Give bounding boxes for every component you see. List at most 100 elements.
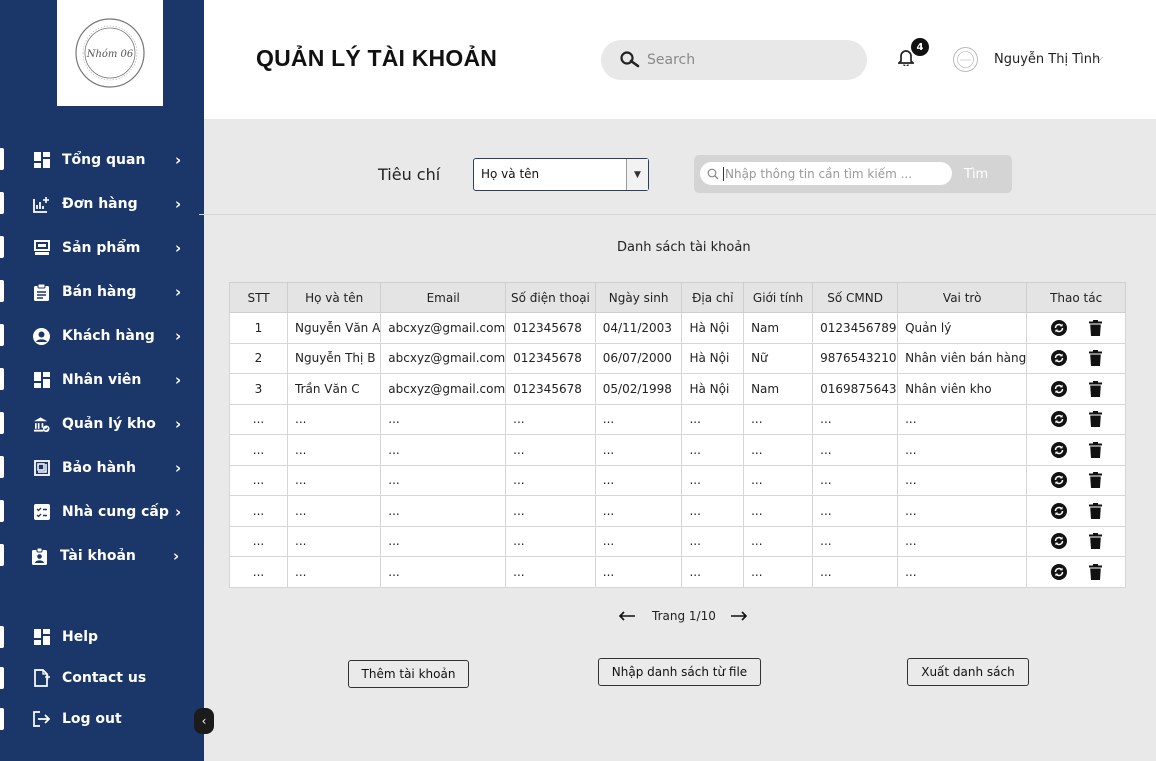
table-cell: ... (743, 525, 814, 557)
refresh-icon[interactable] (1050, 563, 1067, 580)
table-cell: 012345678 (505, 342, 596, 374)
account-search-box: Nhập thông tin cần tìm kiếm ... Tìm (694, 155, 1012, 193)
refresh-icon[interactable] (1050, 411, 1067, 428)
sidebar-item-don-hang[interactable]: Đơn hàng › (0, 182, 204, 226)
arrow-right-icon[interactable] (730, 606, 748, 625)
search-icon (707, 168, 719, 180)
sidebar-item-khach-hang[interactable]: Khách hàng › (0, 314, 204, 358)
table-row[interactable]: ........................... (229, 434, 1126, 466)
trash-icon[interactable] (1088, 502, 1102, 519)
sidebar-item-label: Contact us (62, 669, 147, 686)
table-cell: ... (286, 464, 382, 496)
trash-icon[interactable] (1088, 533, 1102, 550)
global-search-input[interactable]: Search (601, 40, 867, 80)
active-marker (0, 456, 4, 478)
table-cell: ... (229, 525, 288, 557)
sidebar-item-bao-hanh[interactable]: Bảo hành › (0, 446, 204, 490)
table-row[interactable]: 2 Nguyễn Thị Babcxyz@gmail.com 012345678 06… (229, 342, 1126, 374)
dashboard-icon (33, 628, 50, 645)
table-cell: ... (897, 495, 1028, 527)
table-cell: abcxyz@gmail.com (380, 342, 507, 374)
sidebar-item-san-pham[interactable]: Sản phẩm › (0, 226, 204, 270)
table-cell: ... (286, 434, 382, 466)
row-actions (1026, 312, 1126, 344)
table-cell: ... (380, 556, 507, 588)
trash-icon[interactable] (1088, 411, 1102, 428)
page-indicator: Trang 1/10 (652, 608, 716, 623)
active-marker (0, 412, 4, 434)
avatar[interactable] (953, 47, 978, 72)
table-row[interactable]: ........................... (229, 556, 1126, 588)
table-row[interactable]: ........................... (229, 495, 1126, 527)
chevron-right-icon: › (175, 239, 182, 257)
refresh-icon[interactable] (1050, 441, 1067, 458)
sidebar-item-help[interactable]: Help (0, 616, 204, 657)
refresh-icon[interactable] (1050, 350, 1067, 367)
table-cell: ... (286, 525, 382, 557)
add-account-button[interactable]: Thêm tài khoản (348, 660, 469, 688)
table-cell: Nữ (743, 342, 814, 374)
table-cell: ... (681, 495, 745, 527)
refresh-icon[interactable] (1050, 472, 1067, 489)
search-button[interactable]: Tìm (964, 167, 988, 182)
column-header: Vai trò (897, 282, 1028, 313)
sidebar-nav: Tổng quan › Đơn hàng › Sản phẩm › Bán hà… (0, 138, 204, 578)
caret-down-icon[interactable]: ▼ (626, 159, 648, 190)
table-cell: Nam (743, 373, 814, 405)
active-marker (0, 500, 4, 522)
active-marker (0, 626, 4, 648)
active-marker (0, 368, 4, 390)
chevron-down-icon[interactable]: ⌵ (1095, 51, 1103, 65)
refresh-icon[interactable] (1050, 502, 1067, 519)
table-row[interactable]: 1 Nguyễn Văn Aabcxyz@gmail.com 012345678 04… (229, 312, 1126, 344)
active-marker (0, 667, 4, 689)
user-name[interactable]: Nguyễn Thị Tình (994, 52, 1100, 67)
search-placeholder: Search (647, 52, 696, 68)
sidebar-item-tai-khoan[interactable]: Tài khoản › (0, 534, 204, 578)
table-cell: ... (594, 495, 683, 527)
account-search-input[interactable]: Nhập thông tin cần tìm kiếm ... (700, 162, 952, 185)
svg-text:Nhóm 06: Nhóm 06 (86, 49, 134, 60)
sidebar-item-quan-ly-kho[interactable]: Quản lý kho › (0, 402, 204, 446)
sidebar: Nhóm 06 Tổng quan › Đơn hàng › Sản phẩm … (0, 0, 204, 761)
sidebar-item-contact-us[interactable]: Contact us (0, 657, 204, 698)
table-cell: ... (229, 403, 288, 435)
criteria-select[interactable]: Họ và tên ▼ (473, 158, 649, 191)
table-cell: Hà Nội (681, 342, 745, 374)
sidebar-item-nha-cung-cap[interactable]: Nhà cung cấp › (0, 490, 204, 534)
table-cell: ... (743, 495, 814, 527)
trash-icon[interactable] (1088, 380, 1102, 397)
sidebar-item-ban-hang[interactable]: Bán hàng › (0, 270, 204, 314)
trash-icon[interactable] (1088, 472, 1102, 489)
refresh-icon[interactable] (1050, 319, 1067, 336)
trash-icon[interactable] (1088, 563, 1102, 580)
trash-icon[interactable] (1088, 350, 1102, 367)
sidebar-item-tong-quan[interactable]: Tổng quan › (0, 138, 204, 182)
table-cell: ... (594, 556, 683, 588)
table-row[interactable]: ........................... (229, 403, 1126, 435)
table-cell: ... (229, 556, 288, 588)
chevron-right-icon: › (175, 283, 182, 301)
trash-icon[interactable] (1088, 319, 1102, 336)
arrow-left-icon[interactable] (618, 606, 636, 625)
table-row[interactable]: 3 Trần Văn Cabcxyz@gmail.com 012345678 05/0… (229, 373, 1126, 405)
export-list-button[interactable]: Xuất danh sách (907, 658, 1029, 686)
criteria-label: Tiêu chí (378, 165, 441, 184)
refresh-icon[interactable] (1050, 380, 1067, 397)
logo-seal-icon: Nhóm 06 (75, 18, 145, 88)
table-row[interactable]: ........................... (229, 464, 1126, 496)
table-row[interactable]: ........................... (229, 525, 1126, 557)
import-list-button[interactable]: Nhập danh sách từ file (598, 658, 761, 686)
search-placeholder: Nhập thông tin cần tìm kiếm ... (723, 166, 913, 181)
sidebar-item-log-out[interactable]: Log out (0, 698, 204, 739)
refresh-icon[interactable] (1050, 533, 1067, 550)
table-cell: ... (812, 464, 899, 496)
table-cell: ... (594, 525, 683, 557)
sidebar-item-nhan-vien[interactable]: Nhân viên › (0, 358, 204, 402)
table-cell: ... (505, 495, 596, 527)
table-cell: 06/07/2000 (594, 342, 683, 374)
trash-icon[interactable] (1088, 441, 1102, 458)
table-cell: 3 (229, 373, 288, 405)
sidebar-item-label: Bảo hành (62, 460, 136, 476)
collapse-sidebar-button[interactable]: ‹ (194, 708, 214, 734)
